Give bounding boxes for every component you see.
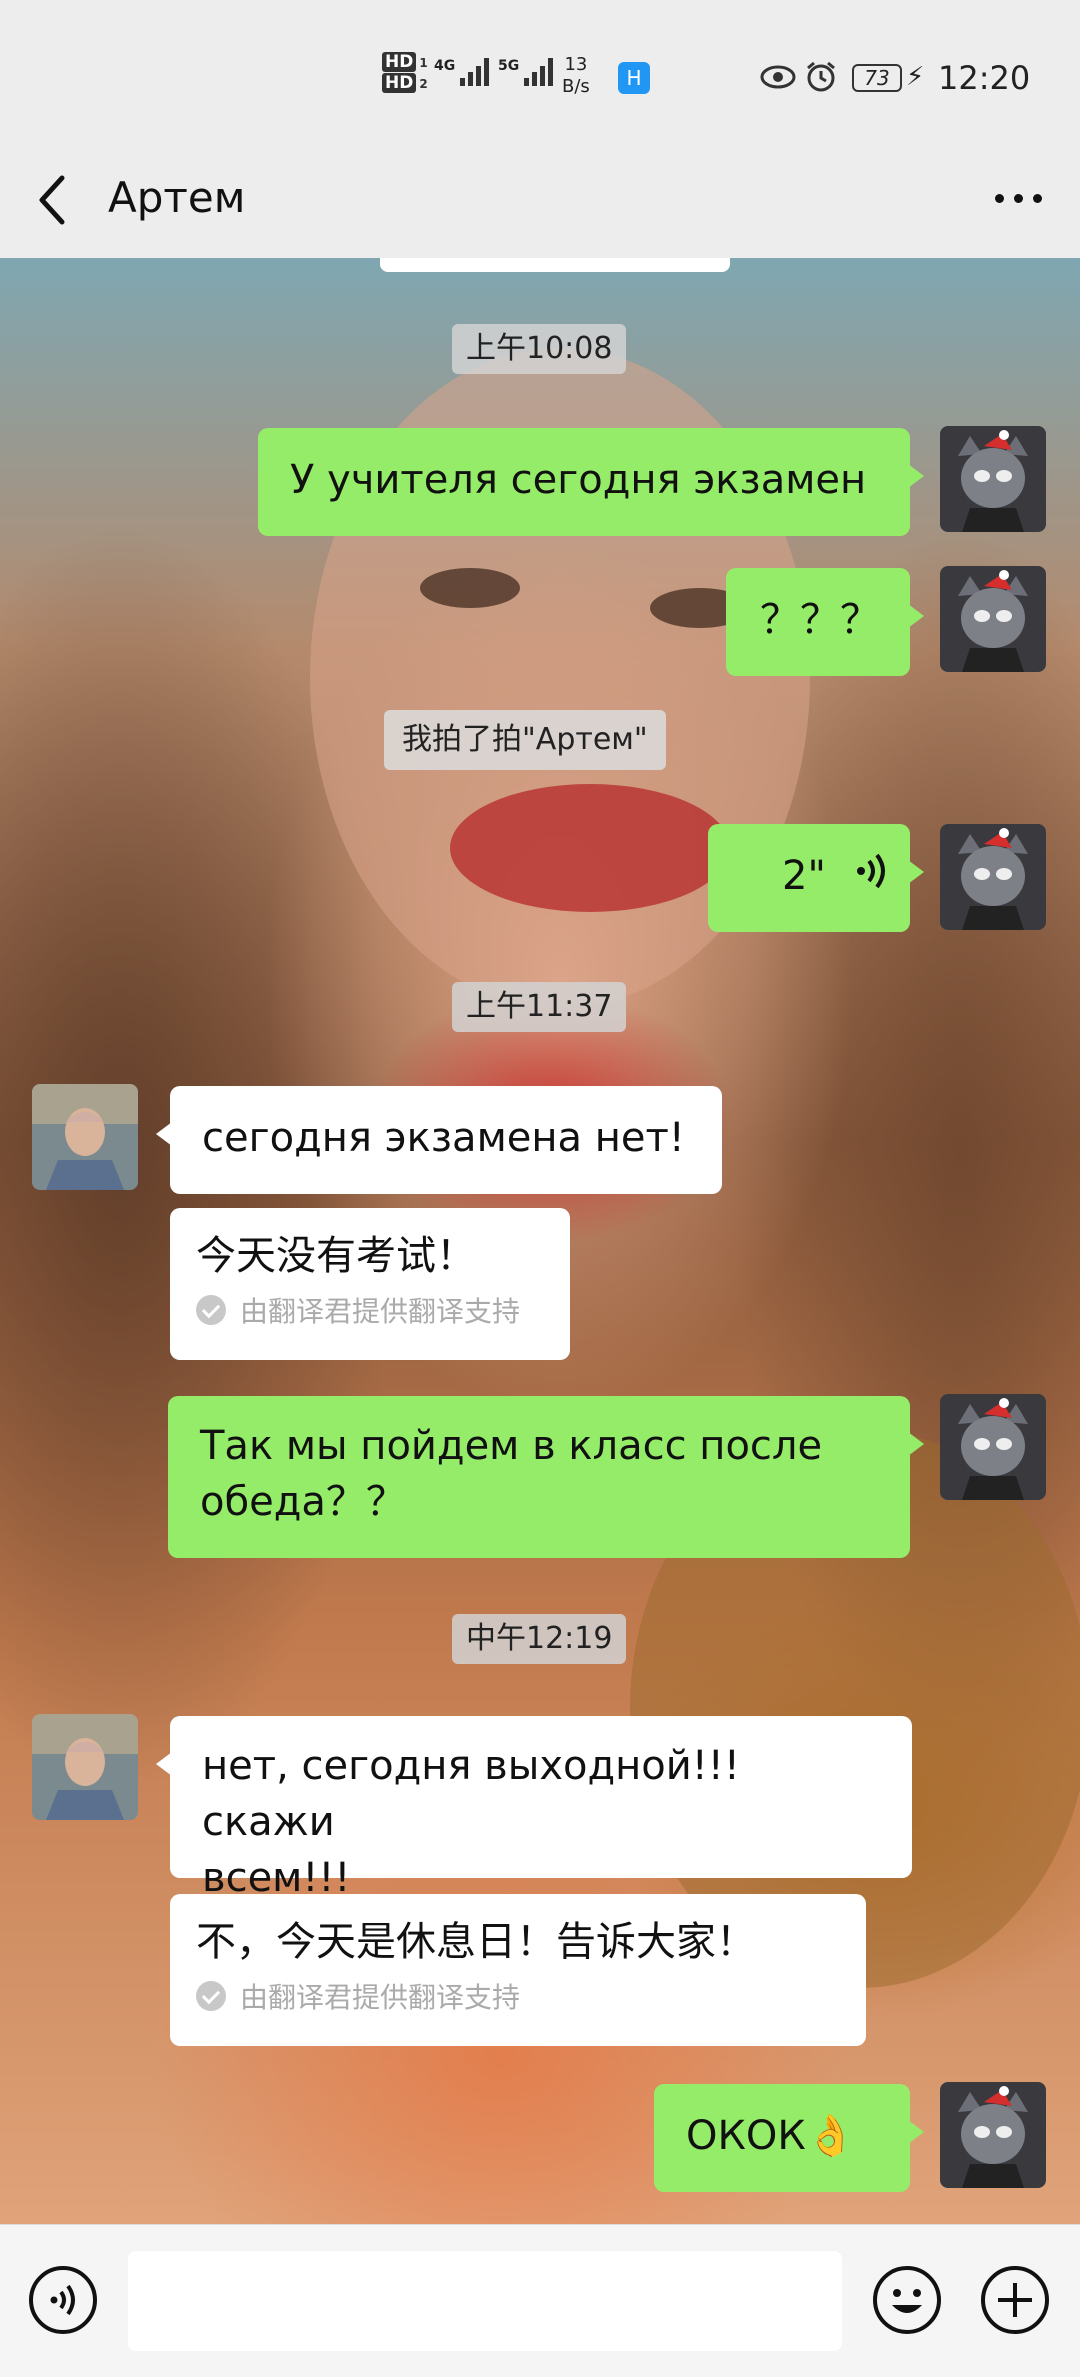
translation-text: 今天没有考试！ <box>196 1233 476 1279</box>
timestamp: 上午11:37 <box>452 982 627 1032</box>
signal-4g: 4G <box>434 58 492 90</box>
chat-area[interactable]: 上午10:08 У учителя сегодня экзамен ？？？ 我拍… <box>0 258 1080 2224</box>
translation-credit: 由翻译君提供翻译支持 <box>196 1978 840 2018</box>
battery-level: 73 <box>864 66 890 90</box>
translation-credit-text: 由翻译君提供翻译支持 <box>240 1295 521 1328</box>
signal-icon <box>460 58 492 90</box>
plus-icon[interactable] <box>980 2265 1050 2335</box>
system-notice: 我拍了拍"Артем" <box>384 710 666 770</box>
network-speed: 13 B/s <box>562 54 590 98</box>
speed-unit: B/s <box>562 76 590 97</box>
speed-value: 13 <box>564 54 588 75</box>
message-bubble-outgoing[interactable]: ОКОК👌 <box>654 2084 924 2192</box>
message-bubble-outgoing[interactable]: У учителя сегодня экзамен <box>258 428 924 536</box>
my-avatar[interactable] <box>940 824 1046 930</box>
net-type-1: 4G <box>434 58 456 74</box>
hd-badge-1: HD <box>382 52 417 72</box>
eye-icon <box>760 64 796 94</box>
status-time: 12:20 <box>938 59 1031 97</box>
chat-header: Артем <box>0 140 1080 258</box>
net-type-2: 5G <box>498 58 520 74</box>
timestamp: 中午12:19 <box>452 1614 627 1664</box>
message-bubble-outgoing[interactable]: Так мы пойдем в класс после обеда？？ <box>168 1396 924 1558</box>
message-bubble-outgoing[interactable]: ？？？ <box>726 568 924 676</box>
app-notification-icon: H <box>618 62 650 94</box>
voice-input-icon[interactable] <box>28 2265 98 2335</box>
signal-icon <box>524 58 556 90</box>
status-bar: HD 1 HD 2 4G 5G 13 B/s H 73 ⚡ 12:20 <box>0 0 1080 140</box>
alarm-icon <box>804 60 838 98</box>
contact-avatar[interactable] <box>32 1084 138 1190</box>
check-circle-icon <box>196 1295 226 1325</box>
hd-badge-2-sub: 2 <box>419 77 428 91</box>
message-text: сегодня экзамена нет! <box>202 1115 685 1161</box>
voice-message-bubble[interactable]: 2" <box>708 824 924 932</box>
translation-text: 不，今天是休息日！告诉大家！ <box>196 1919 756 1965</box>
hd-indicator: HD 1 HD 2 <box>382 52 431 94</box>
input-bar <box>0 2224 1080 2377</box>
my-avatar[interactable] <box>940 1394 1046 1500</box>
more-dots-icon[interactable] <box>990 184 1050 214</box>
message-text: У учителя сегодня экзамен <box>290 457 867 503</box>
message-bubble-incoming[interactable]: сегодня экзамена нет! <box>156 1086 722 1194</box>
message-text-line2: обеда？？ <box>200 1479 406 1525</box>
previous-bubble-edge <box>380 258 730 272</box>
hd-badge-2: HD <box>382 73 417 93</box>
translation-bubble[interactable]: 今天没有考试！ 由翻译君提供翻译支持 <box>170 1208 570 1360</box>
translation-bubble[interactable]: 不，今天是休息日！告诉大家！ 由翻译君提供翻译支持 <box>170 1894 866 2046</box>
voice-duration: 2" <box>782 853 826 899</box>
chevron-left-icon[interactable] <box>32 170 72 230</box>
contact-avatar[interactable] <box>32 1714 138 1820</box>
hd-badge-1-sub: 1 <box>419 56 428 70</box>
translation-credit-text: 由翻译君提供翻译支持 <box>240 1981 521 2014</box>
check-circle-icon <box>196 1981 226 2011</box>
my-avatar[interactable] <box>940 426 1046 532</box>
charging-icon: ⚡ <box>906 62 925 92</box>
message-bubble-incoming[interactable]: нет, сегодня выходной!!! скажи всем!!! <box>156 1716 912 1901</box>
ok-hand-emoji: 👌 <box>805 2113 856 2159</box>
translation-credit: 由翻译君提供翻译支持 <box>196 1292 544 1332</box>
my-avatar[interactable] <box>940 2082 1046 2188</box>
message-text-line1: нет, сегодня выходной!!! скажи <box>202 1743 740 1845</box>
emoji-icon[interactable] <box>872 2265 942 2335</box>
signal-5g: 5G <box>498 58 556 90</box>
app-badge: H <box>626 66 642 90</box>
message-text-line1: Так мы пойдем в класс после <box>200 1423 823 1469</box>
chat-title: Артем <box>108 173 246 222</box>
timestamp: 上午10:08 <box>452 324 627 374</box>
message-input[interactable] <box>128 2251 842 2351</box>
my-avatar[interactable] <box>940 566 1046 672</box>
voice-wave-icon <box>855 850 889 906</box>
message-text: ？？？ <box>760 597 880 643</box>
message-text: ОКОК <box>686 2113 806 2159</box>
battery-icon: 73 <box>852 64 902 92</box>
